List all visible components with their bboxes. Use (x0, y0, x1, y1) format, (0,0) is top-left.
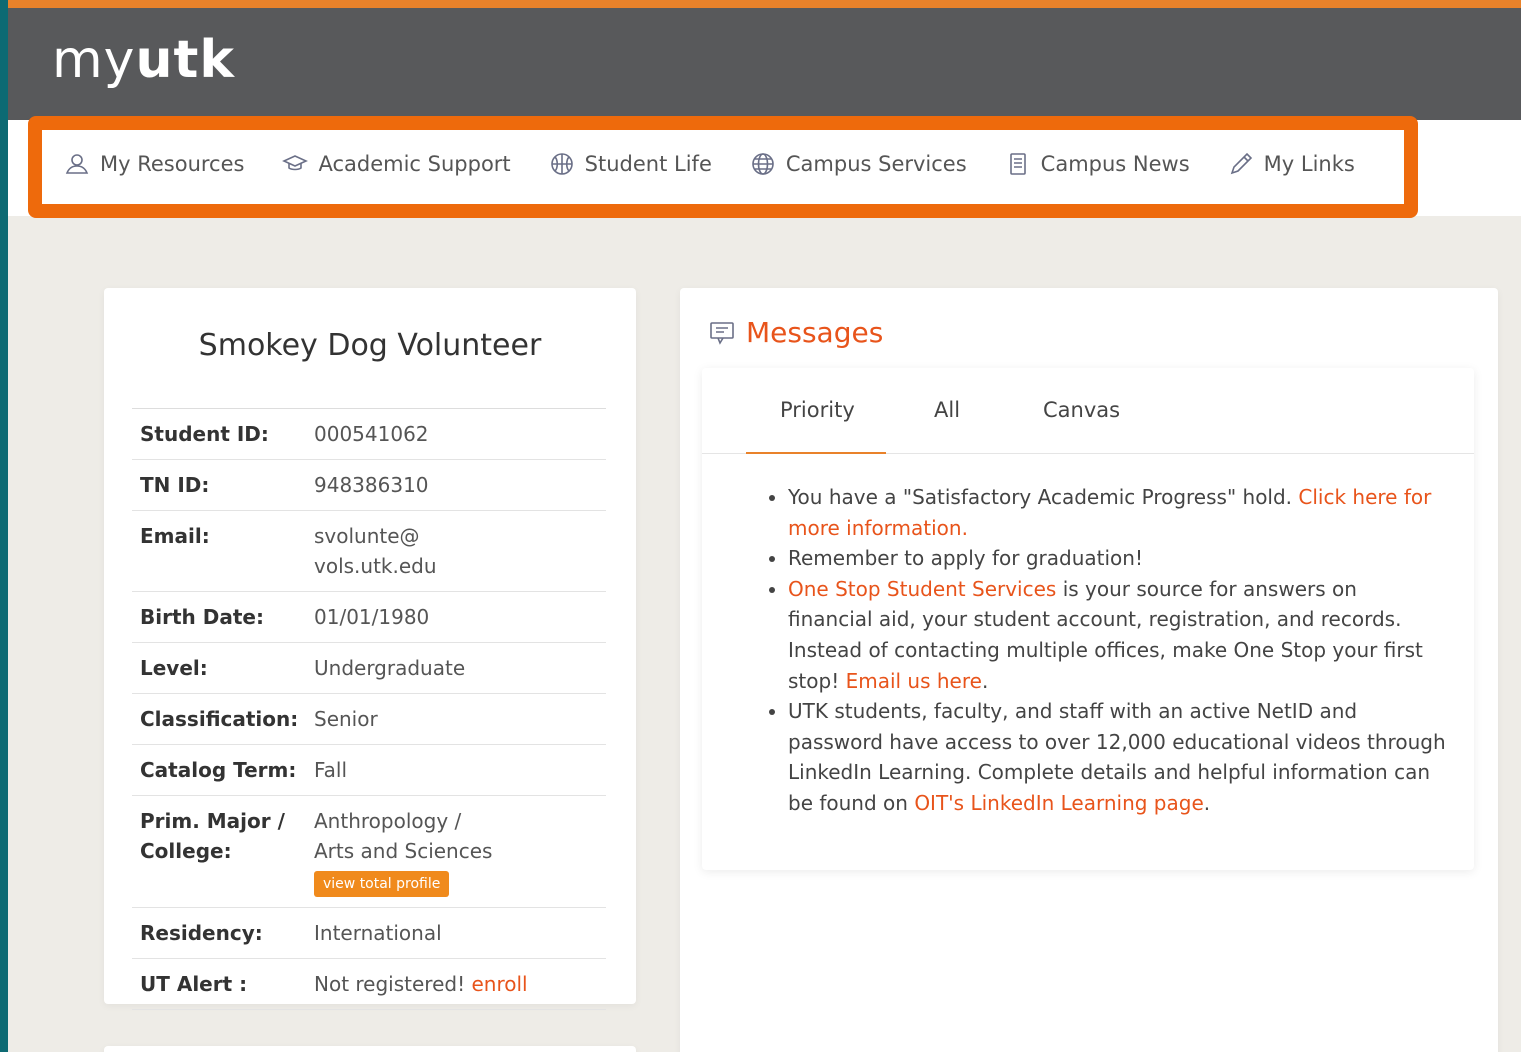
myutk-logo[interactable]: myutk (52, 30, 235, 90)
major-label-line: Prim. Major / (140, 809, 285, 833)
message-text: You have a "Satisfactory Academic Progre… (788, 485, 1299, 509)
ut-alert-value: Not registered! enroll (314, 969, 598, 999)
major-line: Anthropology / (314, 809, 462, 833)
list-item: UTK students, faculty, and staff with an… (788, 696, 1446, 818)
email-value: svolunte@ vols.utk.edu (314, 521, 598, 581)
message-text: Remember to apply for graduation! (788, 546, 1143, 571)
message-text: . (981, 668, 989, 693)
enroll-link[interactable]: enroll (471, 972, 527, 996)
row-label: Classification: (140, 707, 299, 731)
profile-row: Catalog Term: Fall (132, 745, 606, 796)
tab-canvas[interactable]: Canvas (1043, 398, 1120, 422)
chat-icon (710, 321, 734, 345)
logo-my: my (52, 30, 136, 90)
profile-row: Email: svolunte@ vols.utk.edu (132, 511, 606, 592)
residency-value: International (314, 921, 442, 945)
row-label: Prim. Major / College: (140, 806, 314, 897)
email-line: svolunte@ (314, 524, 420, 548)
tab-all[interactable]: All (934, 398, 960, 422)
tn-id-value: 948386310 (314, 473, 429, 497)
list-item: Remember to apply for graduation! (788, 543, 1446, 574)
row-label: Level: (140, 656, 208, 680)
logo-utk: utk (135, 30, 235, 90)
catalog-term-value: Fall (314, 758, 348, 782)
profile-row: Student ID: 000541062 (132, 409, 606, 460)
level-value: Undergraduate (314, 656, 466, 680)
messages-header: Messages (708, 316, 883, 349)
profile-row: Classification: Senior (132, 694, 606, 745)
profile-row: TN ID: 948386310 (132, 460, 606, 511)
profile-row: Level: Undergraduate (132, 643, 606, 694)
row-label: Email: (140, 524, 210, 548)
page-frame: myutk My Resources Academic Support Stud… (8, 0, 1521, 1052)
birth-date-value: 01/01/1980 (314, 605, 430, 629)
top-accent-bar (8, 0, 1521, 8)
main-nav: My Resources Academic Support Student Li… (8, 116, 1521, 218)
email-us-link[interactable]: Email us here (846, 669, 982, 693)
linkedin-learning-link[interactable]: OIT's LinkedIn Learning page (914, 791, 1203, 815)
profile-card: Smokey Dog Volunteer Student ID: 00054106… (104, 288, 636, 1010)
nav-highlight-box (28, 116, 1418, 218)
tab-priority[interactable]: Priority (780, 398, 855, 422)
major-label-line: College: (140, 839, 232, 863)
active-tab-indicator (746, 452, 886, 454)
list-item: One Stop Student Services is your source… (788, 574, 1446, 696)
view-total-profile-button[interactable]: view total profile (314, 871, 450, 897)
one-stop-link[interactable]: One Stop Student Services (788, 577, 1056, 601)
student-id-value: 000541062 (314, 422, 429, 446)
profile-row: Prim. Major / College: Anthropology / Arts… (132, 796, 606, 908)
row-label: Residency: (140, 921, 263, 945)
row-label: Birth Date: (140, 605, 264, 629)
profile-name: Smokey Dog Volunteer (198, 328, 542, 363)
row-label: Catalog Term: (140, 758, 297, 782)
profile-row: Residency: International (132, 908, 606, 959)
row-label: Student ID: (140, 422, 269, 446)
major-value: Anthropology / Arts and Sciences view tota… (314, 806, 598, 897)
email-line: vols.utk.edu (314, 554, 437, 578)
classification-value: Senior (314, 707, 378, 731)
message-text: . (1203, 790, 1211, 815)
priority-messages-list: You have a "Satisfactory Academic Progre… (766, 482, 1446, 819)
row-label: UT Alert : (140, 972, 248, 996)
messages-card: Messages Priority All Canvas You have a … (680, 288, 1498, 1052)
messages-panel: Priority All Canvas You have a "Satisfac… (702, 368, 1474, 870)
profile-row: Birth Date: 01/01/1980 (132, 592, 606, 643)
site-header: myutk (8, 8, 1521, 120)
messages-title: Messages (746, 316, 884, 349)
message-tabs: Priority All Canvas (702, 368, 1474, 454)
alert-text: Not registered! (314, 972, 472, 996)
list-item: You have a "Satisfactory Academic Progre… (788, 482, 1446, 543)
secondary-card (104, 1046, 636, 1052)
college-line: Arts and Sciences (314, 839, 493, 863)
profile-table: Student ID: 000541062 TN ID: 948386310 Ema… (132, 408, 606, 1010)
row-label: TN ID: (140, 473, 210, 497)
profile-row: UT Alert : Not registered! enroll (132, 959, 606, 1010)
